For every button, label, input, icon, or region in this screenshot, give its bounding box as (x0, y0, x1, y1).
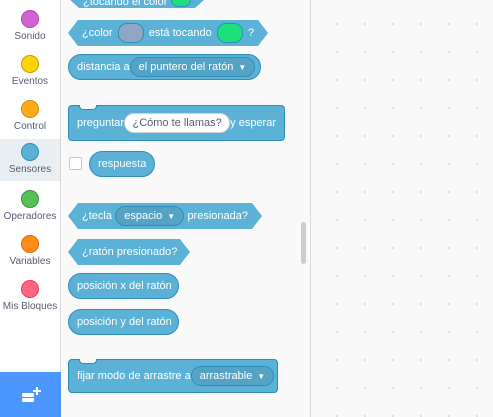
category-label: Sonido (14, 31, 46, 42)
category-sound[interactable]: Sonido (0, 6, 60, 50)
touching-color-block[interactable]: ¿tocando el color (69, 0, 205, 8)
my-blocks-category-icon (21, 280, 39, 298)
category-label: Variables (9, 256, 51, 267)
block-label: preguntar (77, 117, 125, 129)
category-variables[interactable]: Variables (0, 231, 60, 275)
category-menu: Sonido Eventos Control Sensores Operador… (0, 0, 61, 417)
block-label: distancia a (77, 61, 130, 73)
color-swatch-1[interactable] (118, 23, 144, 43)
block-label: y esperar (230, 117, 276, 129)
script-workspace[interactable] (311, 0, 493, 417)
color-touching-color-block[interactable]: ¿color está tocando ? (68, 20, 268, 46)
chevron-down-icon: ▼ (238, 62, 247, 72)
chevron-down-icon: ▼ (257, 371, 266, 381)
category-sensing[interactable]: Sensores (0, 139, 60, 181)
block-label: presionada? (187, 210, 248, 222)
block-label: está tocando (148, 27, 212, 39)
key-pressed-block[interactable]: ¿tecla espacio ▼ presionada? (68, 203, 262, 229)
sensing-category-icon (21, 143, 39, 161)
category-label: Sensores (8, 164, 52, 175)
dropdown-value: el puntero del ratón (138, 61, 234, 73)
add-extension-icon (21, 386, 41, 402)
sound-category-icon (21, 10, 39, 28)
dropdown-value: arrastrable (199, 370, 253, 382)
category-label: Control (13, 121, 47, 132)
color-swatch-2[interactable] (217, 23, 243, 43)
block-label: posición y del ratón (77, 316, 172, 328)
block-notch (79, 359, 97, 364)
block-label: ¿ratón presionado? (82, 246, 178, 258)
category-label: Operadores (3, 211, 57, 222)
distance-to-block[interactable]: distancia a el puntero del ratón ▼ (68, 54, 261, 80)
drag-mode-dropdown[interactable]: arrastrable ▼ (190, 366, 275, 386)
answer-block[interactable]: respuesta (89, 151, 155, 177)
block-label: ¿tecla (82, 210, 112, 222)
category-label: Eventos (11, 76, 49, 87)
dropdown-value: espacio (124, 210, 163, 222)
variables-category-icon (21, 235, 39, 253)
block-label: ¿tocando el color (83, 0, 168, 8)
category-operators[interactable]: Operadores (0, 186, 60, 230)
mouse-x-block[interactable]: posición x del ratón (68, 273, 179, 299)
add-extension-button[interactable] (0, 372, 61, 417)
block-label: ¿color (82, 27, 113, 39)
category-events[interactable]: Eventos (0, 51, 60, 95)
distance-target-dropdown[interactable]: el puntero del ratón ▼ (129, 57, 256, 77)
block-label: fijar modo de arrastre a (77, 370, 191, 382)
mouse-down-block[interactable]: ¿ratón presionado? (68, 239, 190, 265)
chevron-down-icon: ▼ (167, 211, 176, 221)
answer-monitor-checkbox[interactable] (69, 157, 82, 170)
category-my-blocks[interactable]: Mis Bloques (0, 276, 60, 320)
block-label: posición x del ratón (77, 280, 172, 292)
key-dropdown[interactable]: espacio ▼ (115, 206, 184, 226)
block-label: respuesta (98, 158, 147, 170)
events-category-icon (21, 55, 39, 73)
set-drag-mode-block[interactable]: fijar modo de arrastre a arrastrable ▼ (68, 359, 278, 393)
mouse-y-block[interactable]: posición y del ratón (68, 309, 179, 335)
color-swatch[interactable] (171, 0, 191, 7)
ask-and-wait-block[interactable]: preguntar ¿Cómo te llamas? y esperar (68, 105, 285, 141)
operators-category-icon (21, 190, 39, 208)
block-label: ? (247, 27, 254, 39)
category-control[interactable]: Control (0, 96, 60, 140)
control-category-icon (21, 100, 39, 118)
block-notch (79, 105, 97, 110)
question-input[interactable]: ¿Cómo te llamas? (124, 113, 230, 133)
category-label: Mis Bloques (2, 301, 58, 312)
palette-scrollbar[interactable] (301, 222, 306, 264)
